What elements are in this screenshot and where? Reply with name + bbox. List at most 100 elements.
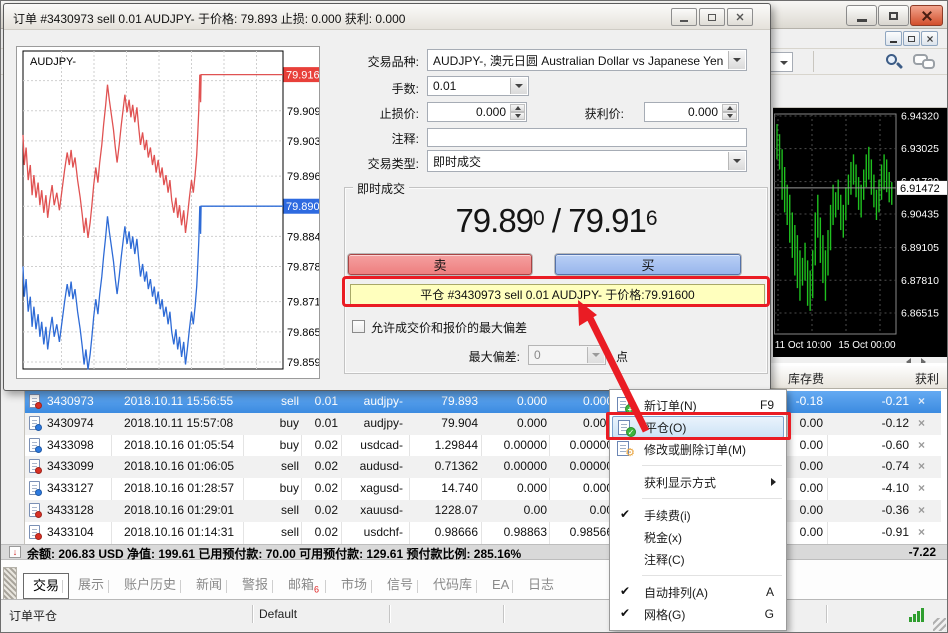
menu-shortcut: F9 <box>760 398 774 412</box>
tab-label: 展示 <box>78 577 104 592</box>
cell-tp: 0.00000 <box>553 438 613 452</box>
cell-lots: 0.02 <box>306 459 338 473</box>
cell-type: buy <box>241 481 299 495</box>
svg-text:6.94320: 6.94320 <box>901 111 939 123</box>
menu-item-label: 手续费(i) <box>644 507 691 524</box>
order-type-select[interactable]: 即时成交 <box>427 150 747 172</box>
table-row[interactable]: 34331282018.10.16 01:29:01sell0.02xauusd… <box>25 500 941 522</box>
tab-journal[interactable]: 日志 <box>519 574 563 598</box>
stoploss-spin-up[interactable] <box>510 104 525 112</box>
chevron-down-icon[interactable] <box>728 51 745 69</box>
chat-button[interactable] <box>911 52 939 72</box>
main-minimize-button[interactable] <box>846 5 877 26</box>
order-type-icon <box>29 481 40 495</box>
zoom-button[interactable] <box>883 51 905 73</box>
status-profile[interactable]: Default <box>259 607 297 621</box>
dialog-maximize-button[interactable] <box>699 8 725 26</box>
menu-item-new-order[interactable]: +新订单(N)F9 <box>612 394 784 416</box>
ask-price: 79.91 <box>568 202 646 239</box>
menu-item-grid[interactable]: ✔网格(G)G <box>612 603 784 625</box>
table-row[interactable]: 34331272018.10.16 01:28:57buy0.02xagusd-… <box>25 478 941 500</box>
table-row[interactable]: 34309732018.10.11 15:56:55sell0.01audjpy… <box>25 391 941 413</box>
cell-tp: 0.00000 <box>553 459 613 473</box>
check-icon: ✔ <box>620 606 630 620</box>
comment-input[interactable] <box>427 128 747 147</box>
cell-tp: 0.000 <box>553 394 613 408</box>
close-order-x-button[interactable]: × <box>915 504 928 517</box>
symbol-value: AUDJPY-, 澳元日圆 Australian Dollar vs Japan… <box>433 52 723 69</box>
menu-item-close-position[interactable]: ✓平仓(O) <box>612 416 784 438</box>
symbol-select[interactable]: AUDJPY-, 澳元日圆 Australian Dollar vs Japan… <box>427 49 747 71</box>
main-close-button[interactable] <box>910 5 943 26</box>
takeprofit-input[interactable]: 0.000 <box>644 102 739 122</box>
menu-item-auto-arrange[interactable]: ✔自动排列(A)A <box>612 581 784 603</box>
table-row[interactable]: 34330982018.10.16 01:05:54buy0.02usdcad-… <box>25 435 941 457</box>
dialog-minimize-button[interactable] <box>671 8 697 26</box>
quote-display: 79.890 / 79.916 <box>345 202 767 240</box>
close-order-x-button[interactable]: × <box>915 526 928 539</box>
menu-item-profit-display[interactable]: 获利显示方式 <box>612 471 784 493</box>
deviation-checkbox[interactable] <box>352 320 365 333</box>
menu-item-label: 平仓(O) <box>645 419 686 436</box>
sell-dot-icon <box>35 533 42 540</box>
close-order-x-button[interactable]: × <box>915 460 928 473</box>
main-chart[interactable]: 6.943206.930256.917206.904356.891056.878… <box>773 108 948 357</box>
volume-select[interactable]: 0.01 <box>427 76 529 96</box>
mdi-restore-button[interactable] <box>903 31 920 46</box>
takeprofit-spin-down[interactable] <box>722 112 737 120</box>
dialog-titlebar[interactable]: 订单 #3430973 sell 0.01 AUDJPY- 于价格: 79.89… <box>4 4 770 30</box>
tab-news[interactable]: 新闻 <box>187 574 231 598</box>
tab-market[interactable]: 市场 <box>332 574 376 598</box>
sell-dot-icon <box>35 402 42 409</box>
cell-tp: 0.98566 <box>553 525 613 539</box>
close-order-x-button[interactable]: × <box>915 417 928 430</box>
tab-exposure[interactable]: 展示 <box>69 574 113 598</box>
chevron-down-icon[interactable] <box>510 78 527 94</box>
cell-profit: -4.10 <box>833 481 909 495</box>
takeprofit-spin-up[interactable] <box>722 104 737 112</box>
table-row[interactable]: 34330992018.10.16 01:06:05sell0.02audusd… <box>25 456 941 478</box>
mdi-minimize-button[interactable] <box>885 31 902 46</box>
sell-dot-icon <box>35 467 42 474</box>
menu-item-modify-order[interactable]: ⚙修改或删除订单(M) <box>612 438 784 460</box>
svg-text:79.859: 79.859 <box>287 357 319 369</box>
summary-expander-button[interactable]: ↓ <box>9 546 21 558</box>
minimize-icon <box>680 20 688 22</box>
table-row[interactable]: 34331042018.10.16 01:14:31sell0.02usdchf… <box>25 522 941 544</box>
mdi-close-button[interactable] <box>921 31 938 46</box>
total-profit: -7.22 <box>861 545 936 559</box>
cell-swap: 0.00 <box>783 525 823 539</box>
chevron-down-icon[interactable] <box>728 152 745 170</box>
panel-gap <box>1 560 948 571</box>
tab-codebase[interactable]: 代码库 <box>424 574 481 598</box>
header-profit[interactable]: 获利 <box>861 370 939 387</box>
close-position-button[interactable]: 平仓 #3430973 sell 0.01 AUDJPY- 于价格:79.916… <box>350 284 765 305</box>
tab-mailbox[interactable]: 邮箱6 <box>279 574 328 598</box>
main-maximize-button[interactable] <box>878 5 909 26</box>
cell-time: 2018.10.11 15:57:08 <box>124 416 254 430</box>
tab-alerts[interactable]: 警报 <box>233 574 277 598</box>
cell-price: 14.740 <box>413 481 478 495</box>
cell-type: buy <box>241 416 299 430</box>
menu-item-commission[interactable]: ✔手续费(i) <box>612 504 784 526</box>
stoploss-input[interactable]: 0.000 <box>427 102 527 122</box>
menu-item-tax[interactable]: 税金(x) <box>612 526 784 548</box>
tab-signals[interactable]: 信号 <box>378 574 422 598</box>
menu-item-label: 网格(G) <box>644 606 685 623</box>
menu-item-comment[interactable]: 注释(C) <box>612 548 784 570</box>
tab-account-history[interactable]: 账户历史 <box>115 574 185 598</box>
panel-drag-grip[interactable] <box>3 567 17 601</box>
dialog-close-button[interactable] <box>727 8 753 26</box>
close-order-x-button[interactable]: × <box>915 439 928 452</box>
close-order-x-button[interactable]: × <box>915 482 928 495</box>
stoploss-spin-down[interactable] <box>510 112 525 120</box>
cell-swap: 0.00 <box>783 438 823 452</box>
tab-ea[interactable]: EA <box>483 574 518 598</box>
sell-button[interactable]: 卖 <box>348 254 532 275</box>
submenu-arrow-icon <box>771 478 776 486</box>
buy-button[interactable]: 买 <box>555 254 741 275</box>
new-order-icon: + <box>617 397 637 413</box>
table-row[interactable]: 34309742018.10.11 15:57:08buy0.01audjpy-… <box>25 413 941 435</box>
resize-grip[interactable] <box>933 618 946 631</box>
close-order-x-button[interactable]: × <box>915 395 928 408</box>
